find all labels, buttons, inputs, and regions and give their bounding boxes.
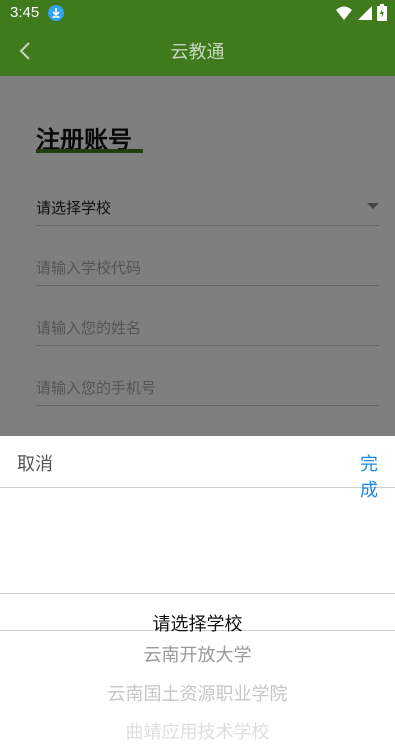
picker-option[interactable]: 云南开放大学 <box>0 641 395 667</box>
school-picker-sheet: 取消 完成 请选择学校 云南开放大学 云南国土资源职业学院 曲靖应用技术学校 <box>0 436 395 743</box>
picker-option[interactable]: 云南国土资源职业学院 <box>0 680 395 706</box>
cancel-button[interactable]: 取消 <box>17 450 53 476</box>
status-time: 3:45 <box>10 4 40 21</box>
modal-scrim[interactable] <box>0 76 395 436</box>
selection-divider-top <box>0 593 395 594</box>
done-button[interactable]: 完成 <box>360 450 395 502</box>
download-icon <box>48 5 64 21</box>
page-title: 云教通 <box>170 42 225 63</box>
app-bar: 云教通 <box>0 26 395 76</box>
battery-icon <box>377 4 387 21</box>
signal-icon <box>358 5 372 20</box>
status-bar: 3:45 <box>0 0 395 26</box>
picker-header: 取消 完成 <box>0 436 395 501</box>
picker-option[interactable]: 曲靖应用技术学校 <box>0 718 395 744</box>
picker-option[interactable]: 请选择学校 <box>0 610 395 636</box>
wifi-icon <box>336 6 352 20</box>
